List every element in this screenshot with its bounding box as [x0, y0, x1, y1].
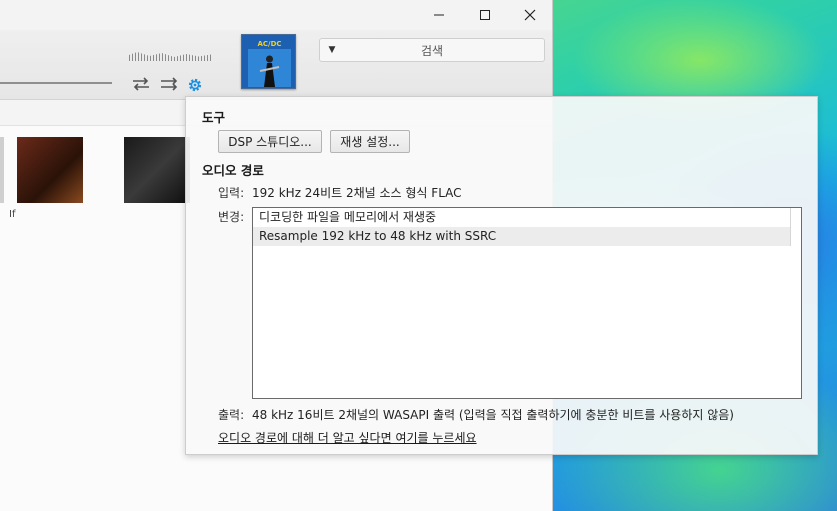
- maximize-icon: [480, 10, 490, 20]
- search-input[interactable]: ▼ 검색: [319, 38, 545, 62]
- album-tile[interactable]: [0, 137, 4, 203]
- album-caption: If: [9, 209, 16, 220]
- search-placeholder: 검색: [420, 43, 444, 58]
- list-item[interactable]: Resample 192 kHz to 48 kHz with SSRC: [253, 227, 791, 246]
- change-label: 변경:: [218, 210, 245, 224]
- dsp-studio-button[interactable]: DSP 스튜디오...: [218, 130, 322, 153]
- maximize-button[interactable]: [462, 0, 508, 30]
- svg-text:AC/DC: AC/DC: [257, 40, 281, 48]
- now-playing-album-art[interactable]: AC/DC: [241, 34, 296, 89]
- title-bar: [0, 0, 552, 30]
- change-list[interactable]: 디코딩한 파일을 메모리에서 재생중 Resample 192 kHz to 4…: [252, 207, 802, 399]
- caret-down-icon[interactable]: ▼: [320, 45, 344, 55]
- repeat-icon[interactable]: [131, 76, 151, 92]
- tools-title: 도구: [202, 110, 226, 125]
- output-value: 48 kHz 16비트 2채널의 WASAPI 출력 (입력을 직접 출력하기에…: [252, 408, 734, 422]
- shuffle-icon[interactable]: [160, 76, 180, 92]
- album-cover-image: AC/DC: [242, 35, 295, 88]
- learn-more-link[interactable]: 오디오 경로에 대해 더 알고 싶다면 여기를 누르세요: [218, 429, 477, 446]
- player-toolbar: AC/DC ▼ 검색: [0, 30, 552, 100]
- audio-path-title: 오디오 경로: [202, 163, 264, 178]
- minimize-icon: [434, 14, 444, 16]
- list-item[interactable]: 디코딩한 파일을 메모리에서 재생중: [253, 208, 791, 227]
- audio-path-panel: 도구 DSP 스튜디오... 재생 설정... 오디오 경로 입력: 192 k…: [185, 96, 818, 455]
- close-button[interactable]: [507, 0, 552, 30]
- playback-settings-button[interactable]: 재생 설정...: [330, 130, 410, 153]
- level-meter: [129, 52, 211, 61]
- gear-icon[interactable]: [187, 77, 203, 93]
- output-label: 출력:: [218, 408, 245, 422]
- album-tile[interactable]: [124, 137, 190, 203]
- album-tile[interactable]: [17, 137, 83, 203]
- minimize-button[interactable]: [416, 0, 462, 30]
- close-icon: [524, 9, 536, 21]
- input-label: 입력:: [218, 186, 245, 200]
- input-value: 192 kHz 24비트 2채널 소스 형식 FLAC: [252, 186, 462, 200]
- seek-bar[interactable]: [0, 82, 112, 84]
